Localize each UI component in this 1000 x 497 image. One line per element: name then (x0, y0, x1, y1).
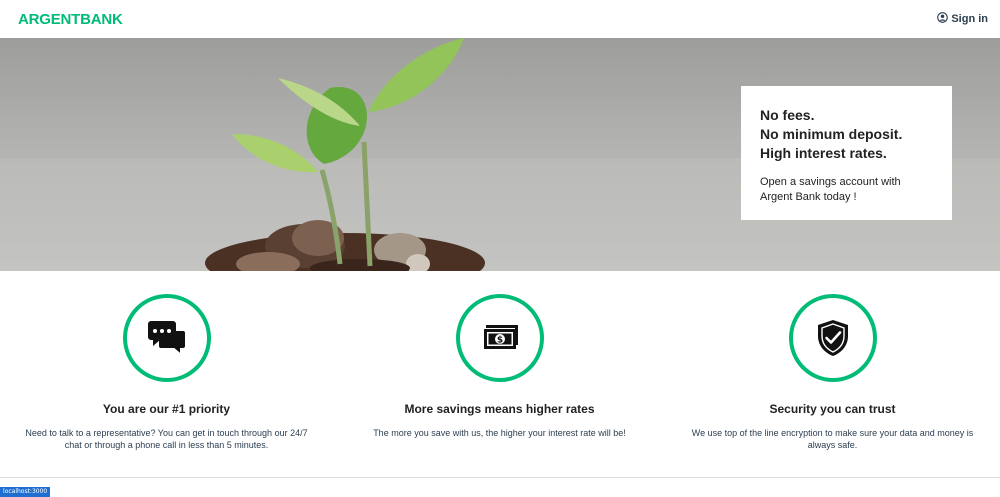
feature-title-savings: More savings means higher rates (404, 402, 595, 416)
hero-content-card: No fees. No minimum deposit. High intere… (741, 86, 952, 220)
feature-item-security: Security you can trust We use top of the… (666, 271, 999, 451)
hero-text: Open a savings account with Argent Bank … (760, 176, 901, 203)
hero-banner: No fees. No minimum deposit. High intere… (0, 38, 1000, 271)
hero-subtitle-high-rates: High interest rates. (760, 145, 887, 161)
hero-subtitle-no-minimum: No minimum deposit. (760, 126, 903, 142)
hero-subtitle-no-fees: No fees. (760, 107, 815, 123)
feature-text-savings: The more you save with us, the higher yo… (373, 428, 626, 438)
money-icon: $ (455, 294, 544, 382)
security-icon (788, 294, 877, 382)
feature-item-priority: You are our #1 priority Need to talk to … (0, 271, 333, 451)
feature-title-priority: You are our #1 priority (102, 402, 231, 416)
user-circle-icon (937, 12, 949, 26)
main-nav: ARGENTBANK Sign in (0, 0, 1000, 38)
sign-in-label: Sign in (951, 13, 988, 25)
chat-icon (122, 294, 211, 382)
browser-status-bar: localhost:3000 (0, 487, 51, 497)
logo-argent: ARGENT (18, 10, 81, 28)
feature-text-security: We use top of the line encryption to mak… (691, 428, 974, 450)
feature-item-savings: $ More savings means higher rates The mo… (333, 271, 666, 439)
argent-bank-logo[interactable]: ARGENTBANK (18, 11, 123, 28)
logo-bank: BANK (80, 10, 123, 28)
svg-text:$: $ (496, 336, 502, 346)
feature-title-security: Security you can trust (769, 402, 896, 416)
feature-text-priority: Need to talk to a representative? You ca… (25, 428, 308, 450)
features-section: You are our #1 priority Need to talk to … (0, 271, 1000, 478)
sign-in-link[interactable]: Sign in (937, 12, 988, 26)
